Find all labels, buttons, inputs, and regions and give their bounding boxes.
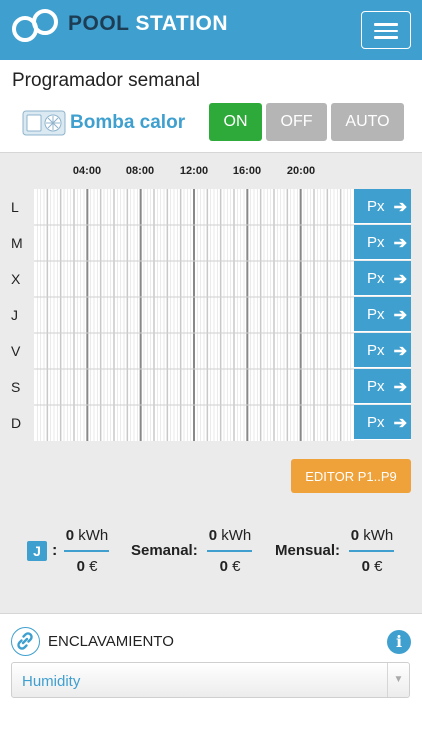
today-kwh: 0 kWh [65,527,109,544]
mode-auto-button[interactable]: AUTO [331,103,404,141]
monthly-eur: 0 € [361,558,383,575]
arrow-right-icon: ➔ [393,307,407,324]
day-label: S [11,379,21,395]
chevron-down-icon: ▼ [387,663,409,697]
link-icon [11,627,40,656]
day-label: J [11,307,18,323]
monthly-kwh: 0 kWh [350,527,394,544]
today-badge: J [27,541,47,561]
brand-name: POOL STATION [68,12,228,36]
day-label: X [11,271,21,287]
day-label: V [11,343,21,359]
schedule-grid-lines [34,189,354,441]
top-navbar: POOL STATION [0,0,422,60]
day-program-button-d[interactable]: Px ➔ [354,405,411,440]
day-program-button-x[interactable]: Px ➔ [354,261,411,296]
arrow-right-icon: ➔ [393,379,407,396]
page-title: Programador semanal [12,70,200,91]
mode-on-button[interactable]: ON [209,103,262,141]
day-program-button-l[interactable]: Px ➔ [354,189,411,224]
monthly-label: Mensual: [275,542,341,559]
day-label: L [11,199,19,215]
arrow-right-icon: ➔ [393,271,407,288]
day-program-button-m[interactable]: Px ➔ [354,225,411,260]
hamburger-icon [374,36,398,39]
hour-label: 04:00 [72,165,102,177]
weekly-label: Semanal: [131,542,198,559]
info-icon[interactable]: i [387,630,411,654]
weekly-kwh: 0 kWh [208,527,252,544]
day-label: D [11,415,22,431]
heat-pump-icon [22,110,66,136]
day-program-button-v[interactable]: Px ➔ [354,333,411,368]
interlock-label: ENCLAVAMIENTO [48,633,174,650]
brand-part2: STATION [135,12,229,35]
pool-station-logo-icon[interactable] [12,9,60,43]
day-label: M [11,235,23,251]
divider [349,550,394,552]
editor-button[interactable]: EDITOR P1..P9 [291,459,411,493]
arrow-right-icon: ➔ [393,343,407,360]
divider [207,550,252,552]
mode-off-button[interactable]: OFF [266,103,327,141]
menu-button[interactable] [361,11,411,49]
arrow-right-icon: ➔ [393,199,407,216]
today-eur: 0 € [76,558,98,575]
schedule-grid[interactable] [34,189,354,441]
hamburger-icon [374,29,398,32]
hour-label: 12:00 [179,165,209,177]
device-label: Bomba calor [70,112,186,133]
today-separator: : [52,542,58,559]
weekly-eur: 0 € [219,558,241,575]
arrow-right-icon: ➔ [393,235,407,252]
brand-part1: POOL [68,12,130,35]
interlock-select[interactable]: Humidity ▼ [11,662,410,698]
hamburger-icon [374,23,398,26]
divider [64,550,109,552]
hour-label: 08:00 [125,165,155,177]
arrow-right-icon: ➔ [393,415,407,432]
hour-label: 20:00 [286,165,316,177]
day-program-button-s[interactable]: Px ➔ [354,369,411,404]
day-program-button-j[interactable]: Px ➔ [354,297,411,332]
hour-label: 16:00 [232,165,262,177]
interlock-select-value: Humidity [22,673,81,690]
